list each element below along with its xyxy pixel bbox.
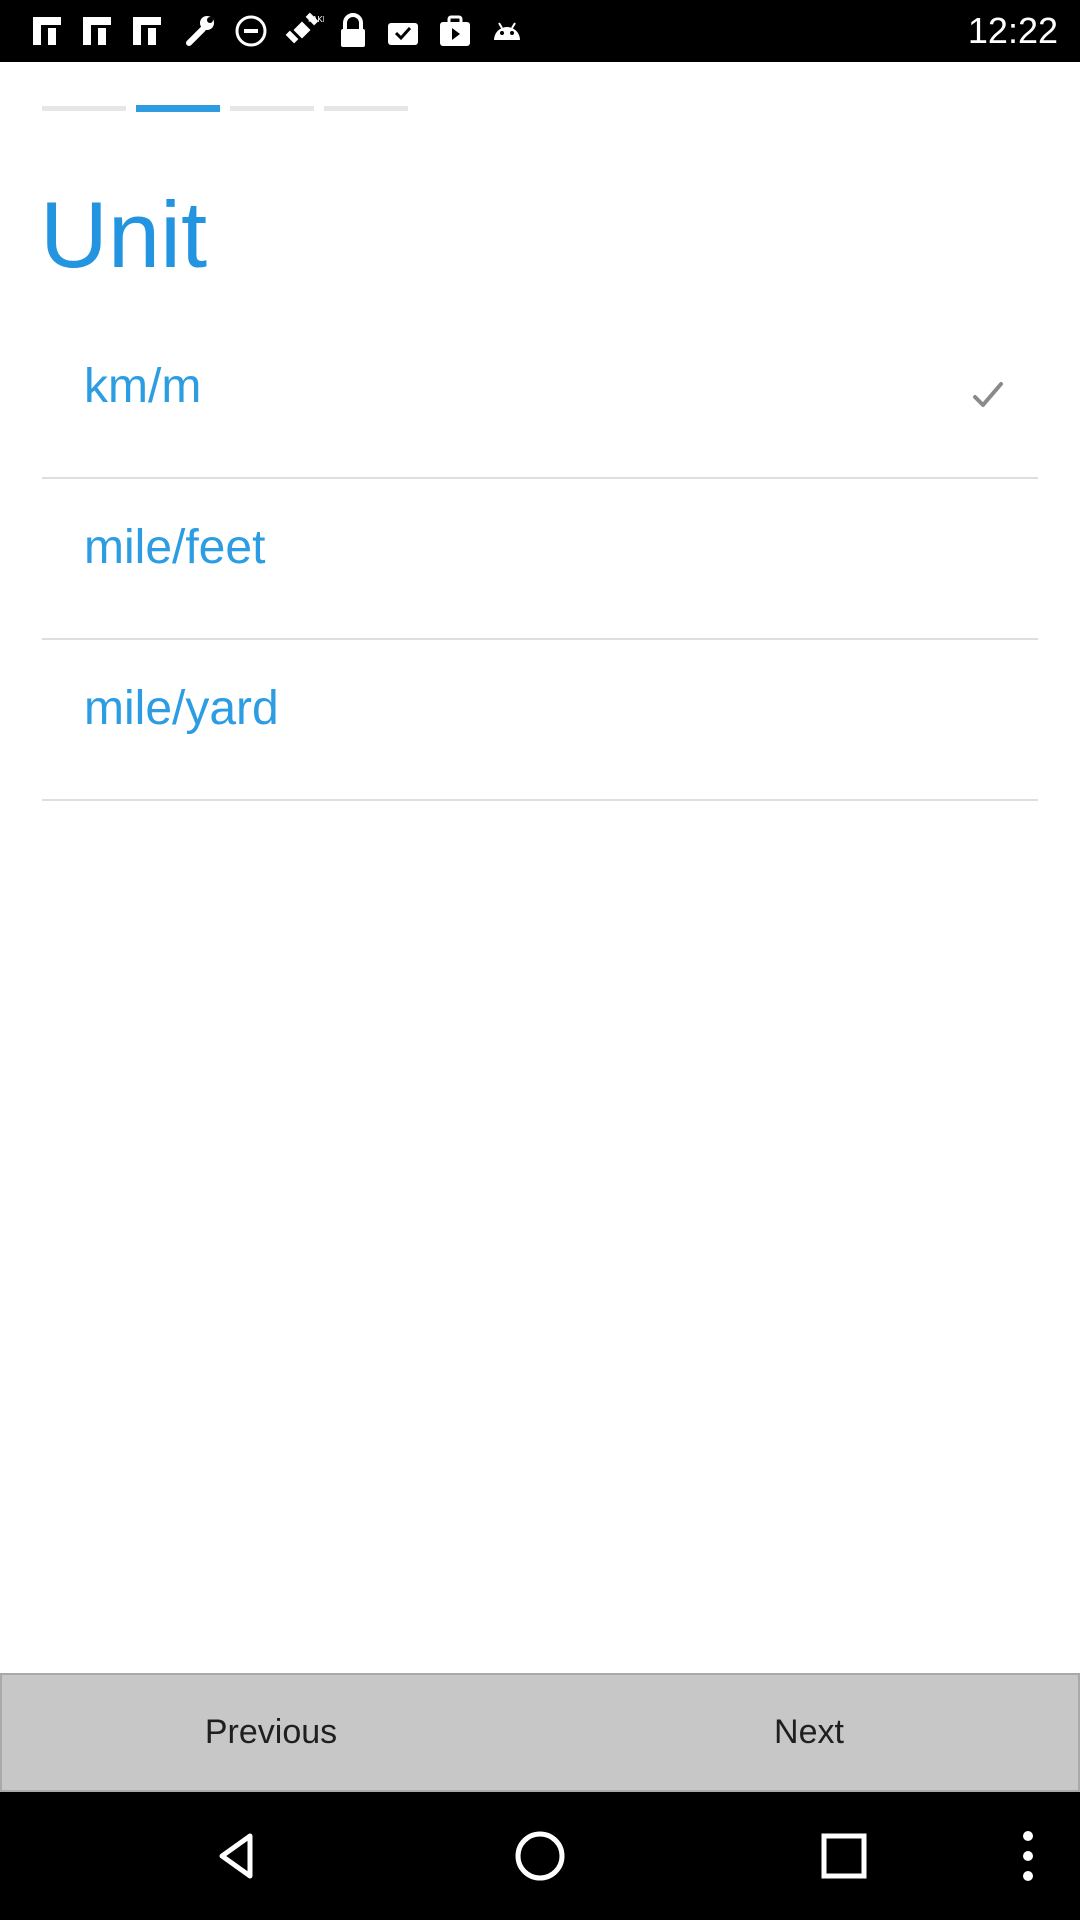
next-button[interactable]: Next [540, 1675, 1078, 1790]
step-indicator [42, 105, 408, 112]
option-mile-yard[interactable]: mile/yard [42, 640, 1038, 801]
status-time: 12:22 [967, 10, 1058, 51]
option-mile-feet[interactable]: mile/feet [42, 479, 1038, 640]
option-label: mile/feet [84, 521, 266, 574]
circle-dash-icon [232, 12, 270, 50]
android-icon [488, 12, 526, 50]
option-km-m[interactable]: km/m [42, 318, 1038, 479]
play-store-icon [436, 12, 474, 50]
step-4 [324, 106, 408, 111]
step-2-active [136, 105, 220, 112]
wrench-icon [180, 12, 218, 50]
clipboard-check-icon [384, 12, 422, 50]
satellite-fake-gps-icon: FAKE [282, 12, 326, 50]
option-label: km/m [84, 360, 202, 413]
back-icon[interactable] [206, 1826, 266, 1886]
lock-icon [334, 12, 372, 50]
wizard-button-bar: Previous Next [0, 1673, 1080, 1792]
check-icon [970, 378, 1006, 414]
overflow-menu-icon[interactable] [1000, 1826, 1056, 1886]
system-nav-bar [0, 1792, 1080, 1920]
recents-icon[interactable] [814, 1826, 874, 1886]
home-icon[interactable] [510, 1826, 570, 1886]
previous-button[interactable]: Previous [2, 1675, 540, 1790]
status-bar: FAKE 12:22 [0, 0, 1080, 62]
step-3 [230, 106, 314, 111]
unit-options-list: km/m mile/feet mile/yard [42, 318, 1038, 801]
svg-text:FAKE: FAKE [308, 15, 324, 24]
option-label: mile/yard [84, 682, 279, 735]
step-1 [42, 106, 126, 111]
hash-icon [78, 12, 116, 50]
hash-icon [28, 12, 66, 50]
hash-icon [128, 12, 166, 50]
page-title: Unit [40, 182, 208, 287]
